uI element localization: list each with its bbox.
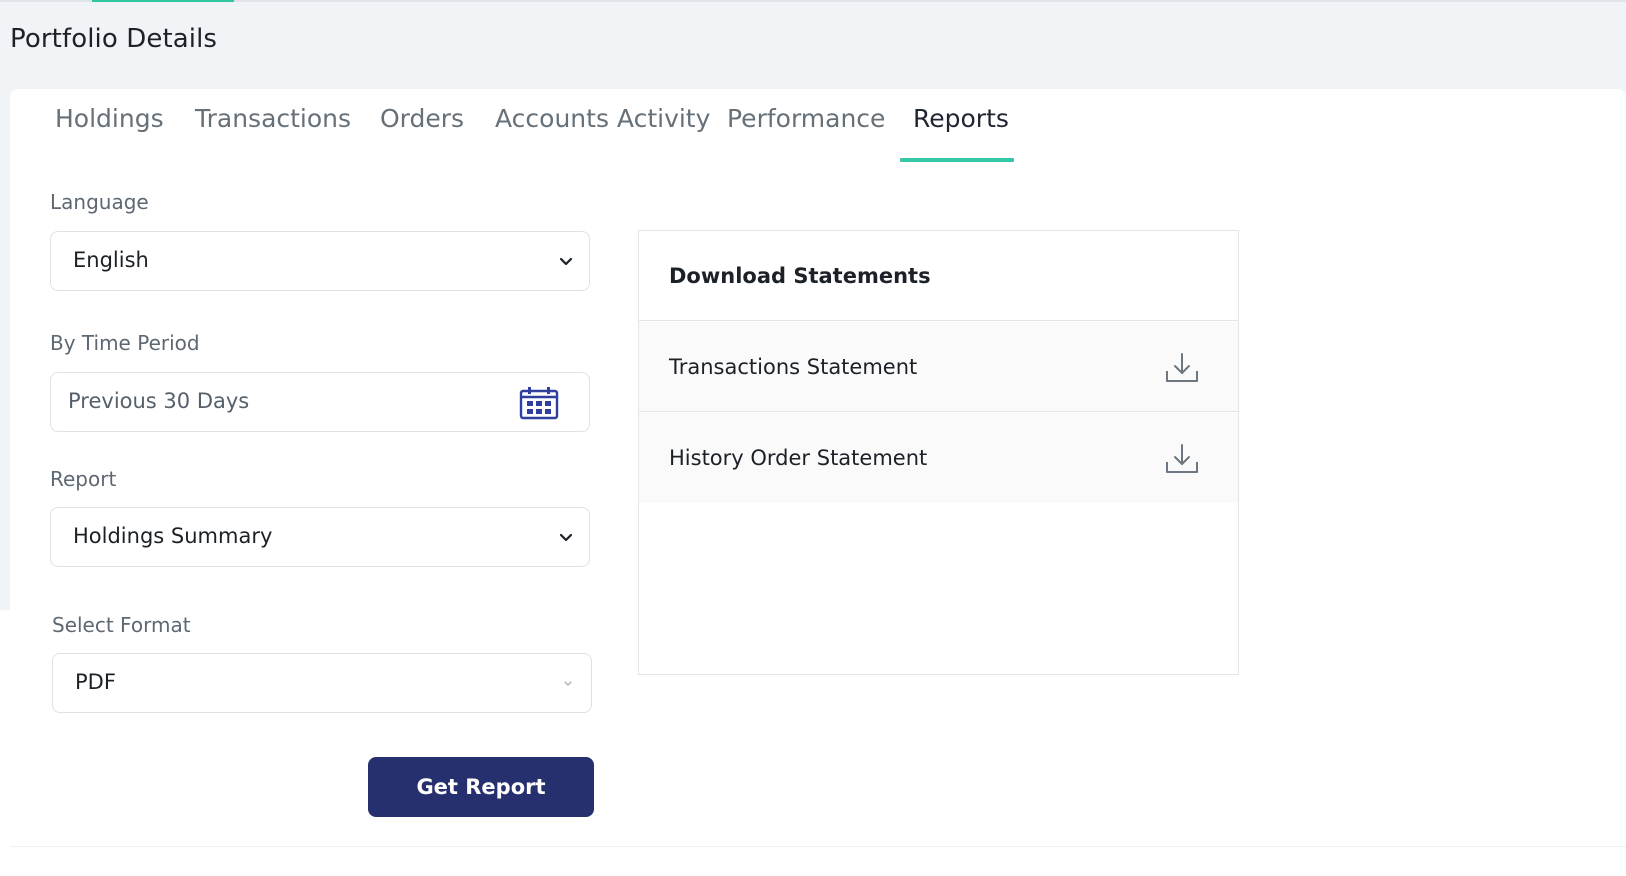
report-select[interactable]: Holdings Summary <box>50 507 590 567</box>
download-icon[interactable] <box>1164 441 1200 477</box>
chevron-down-icon <box>559 257 573 266</box>
download-statements-panel: Download Statements Transactions Stateme… <box>638 230 1239 675</box>
language-value: English <box>73 248 149 272</box>
tab-orders[interactable]: Orders <box>380 104 464 133</box>
language-label: Language <box>50 190 149 214</box>
tab-holdings[interactable]: Holdings <box>55 104 164 133</box>
language-select[interactable]: English <box>50 231 590 291</box>
time-period-value: Previous 30 Days <box>68 389 250 413</box>
statement-row-history-order[interactable]: History Order Statement <box>639 413 1238 503</box>
format-value: PDF <box>75 670 116 694</box>
page-title: Portfolio Details <box>10 24 218 54</box>
tab-reports[interactable]: Reports <box>913 104 1009 133</box>
get-report-button[interactable]: Get Report <box>368 757 594 817</box>
report-label: Report <box>50 467 117 491</box>
download-icon[interactable] <box>1164 350 1200 386</box>
calendar-icon[interactable] <box>519 386 559 420</box>
card-bottom-edge <box>10 846 1626 847</box>
active-tab-underline <box>900 158 1014 162</box>
panel-title: Download Statements <box>669 264 931 288</box>
time-period-label: By Time Period <box>50 331 200 355</box>
report-value: Holdings Summary <box>73 524 273 548</box>
chevron-down-icon <box>564 681 572 686</box>
statement-label: History Order Statement <box>669 446 928 470</box>
statement-row-transactions[interactable]: Transactions Statement <box>639 322 1238 412</box>
format-label: Select Format <box>52 613 191 637</box>
tab-accounts-activity[interactable]: Accounts Activity <box>495 104 710 133</box>
tab-performance[interactable]: Performance <box>727 104 885 133</box>
format-select[interactable]: PDF <box>52 653 592 713</box>
statement-label: Transactions Statement <box>669 355 918 379</box>
tab-transactions[interactable]: Transactions <box>195 104 351 133</box>
time-period-input[interactable]: Previous 30 Days <box>50 372 590 432</box>
panel-header: Download Statements <box>639 231 1238 321</box>
chevron-down-icon <box>559 533 573 542</box>
